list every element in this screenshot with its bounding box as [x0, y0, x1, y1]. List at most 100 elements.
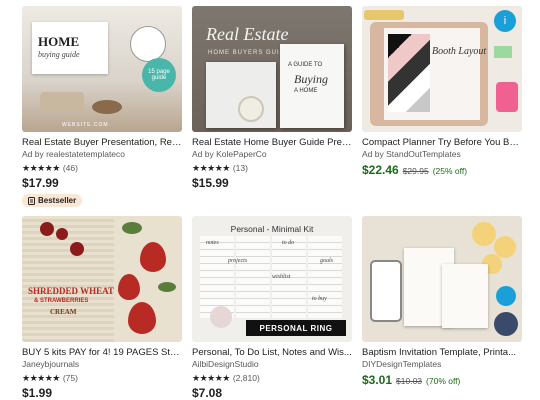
price-row: $17.99 [22, 176, 182, 190]
listing-image[interactable]: SHREDDED WHEAT & STRAWBERRIES CREAM [22, 216, 182, 342]
listing-title[interactable]: Compact Planner Try Before You Bu... [362, 137, 522, 149]
sticky-note [494, 46, 512, 58]
price: $1.99 [22, 386, 53, 400]
price: $15.99 [192, 176, 229, 190]
strawberry-decor [118, 274, 140, 300]
price: $7.08 [192, 386, 223, 400]
leaf-decor [158, 282, 176, 292]
price-row: $22.46 $29.95 (25% off) [362, 163, 522, 177]
gold-decor [364, 10, 404, 20]
review-count: (46) [62, 163, 78, 173]
price-row: $3.01 $10.03 (70% off) [362, 373, 522, 387]
vintage-text: CREAM [50, 308, 77, 316]
listing-title[interactable]: BUY 5 kits PAY for 4! 19 PAGES Stra... [22, 347, 182, 359]
listing-card[interactable]: Baptism Invitation Template, Printa... D… [362, 216, 522, 387]
listing-card[interactable]: SHREDDED WHEAT & STRAWBERRIES CREAM BUY … [22, 216, 182, 400]
discount: (25% off) [432, 166, 468, 176]
cover-pane: HOME buying guide [32, 22, 108, 74]
cherry-decor [40, 222, 54, 236]
shop-name: Ad by realestatetemplateco [22, 149, 126, 159]
cover-subheading: buying guide [38, 50, 80, 59]
listing-title[interactable]: Real Estate Home Buyer Guide Pres... [192, 137, 352, 149]
page-label: to do [282, 240, 295, 246]
pink-clip [496, 82, 518, 112]
rating: ★★★★★ (75) [22, 372, 182, 384]
review-count: (13) [232, 163, 248, 173]
bestseller-badge: Bestseller [22, 194, 83, 207]
badge-label: Bestseller [38, 196, 77, 205]
vintage-text: SHREDDED WHEAT [28, 286, 114, 296]
page-label: to buy [312, 296, 327, 302]
flower-decor [472, 222, 496, 246]
vintage-text: & STRAWBERRIES [34, 298, 89, 304]
price-row: $15.99 [192, 176, 352, 190]
cherry-decor [56, 228, 68, 240]
listing-card[interactable]: Real Estate HOME BUYERS GUIDE A GUIDE TO… [192, 6, 352, 190]
review-count: (2,810) [232, 373, 260, 383]
book-mockup: A GUIDE TO Buying A HOME [280, 44, 344, 128]
listing-title[interactable]: Real Estate Buyer Presentation, Real... [22, 137, 182, 149]
discount: (70% off) [426, 376, 461, 386]
book-script: Buying [294, 72, 328, 86]
listing-card[interactable]: Booth Layout i Compact Planner Try Befor… [362, 6, 522, 177]
art-print [388, 34, 430, 112]
page-label: projects [228, 258, 248, 264]
rating: ★★★★★ (46) [22, 162, 182, 174]
book-line: A GUIDE TO [288, 62, 323, 68]
ring-banner: PERSONAL RING [246, 320, 346, 336]
sofa-decor [40, 92, 84, 112]
instant-download-badge [494, 312, 518, 336]
page-label: goals [320, 258, 334, 264]
table-decor [92, 100, 122, 114]
listing-image[interactable]: Real Estate HOME BUYERS GUIDE A GUIDE TO… [192, 6, 352, 132]
page-label: wishlist [272, 274, 291, 280]
listing-image[interactable]: HOME buying guide 15 page guide WEBSITE.… [22, 6, 182, 132]
info-icon: i [494, 10, 516, 32]
price-row: $1.99 [22, 386, 182, 400]
shop-name: Ad by KolePaperCo [192, 149, 267, 159]
price: $17.99 [22, 176, 59, 190]
shop-name: AilbiDesignStudio [192, 359, 259, 369]
page-label: Booth Layout [432, 46, 487, 57]
original-price: $29.95 [402, 166, 429, 176]
studio-logo [210, 306, 232, 328]
listing-image[interactable]: Booth Layout i [362, 6, 522, 132]
brand-badge-icon [496, 286, 516, 306]
price-row: $7.08 [192, 386, 352, 400]
sale-price: $3.01 [362, 373, 393, 387]
stamp-logo [130, 26, 166, 62]
rating: ★★★★★ (13) [192, 162, 352, 174]
planner-page [308, 236, 342, 318]
rating: ★★★★★ (2,810) [192, 372, 352, 384]
listing-card[interactable]: HOME buying guide 15 page guide WEBSITE.… [22, 6, 182, 210]
planner-page [236, 236, 270, 318]
bestseller-icon [28, 196, 35, 205]
listing-image[interactable] [362, 216, 522, 342]
listing-title[interactable]: Baptism Invitation Template, Printa... [362, 347, 522, 359]
star-rating-icon: ★★★★★ [192, 163, 230, 173]
shop-name: Janeybjournals [22, 359, 80, 369]
shop-name: Ad by StandOutTemplates [362, 149, 461, 159]
vintage-paper [22, 216, 114, 342]
book-line: A HOME [294, 88, 318, 94]
original-price: $10.03 [396, 376, 423, 386]
strawberry-decor [128, 302, 156, 334]
cover-heading: Real Estate [206, 24, 289, 44]
strawberry-decor [140, 242, 166, 272]
phone-mockup [370, 260, 402, 322]
page-count-sticker: 15 page guide [142, 58, 176, 92]
star-rating-icon: ★★★★★ [22, 373, 60, 383]
cover-subheading: HOME BUYERS GUIDE [208, 50, 291, 56]
page-label: notes [206, 240, 219, 246]
listing-image[interactable]: Personal - Minimal Kit notes to do proje… [192, 216, 352, 342]
cherry-decor [70, 242, 84, 256]
sale-price: $22.46 [362, 163, 399, 177]
leaf-decor [122, 222, 142, 234]
website-text: WEBSITE.COM [62, 122, 109, 128]
cover-heading: HOME [38, 34, 80, 49]
invitation-card [442, 264, 488, 328]
listing-title[interactable]: Personal, To Do List, Notes and Wis... [192, 347, 352, 359]
listing-card[interactable]: Personal - Minimal Kit notes to do proje… [192, 216, 352, 400]
shop-name: DIYDesignTemplates [362, 359, 442, 369]
star-rating-icon: ★★★★★ [22, 163, 60, 173]
